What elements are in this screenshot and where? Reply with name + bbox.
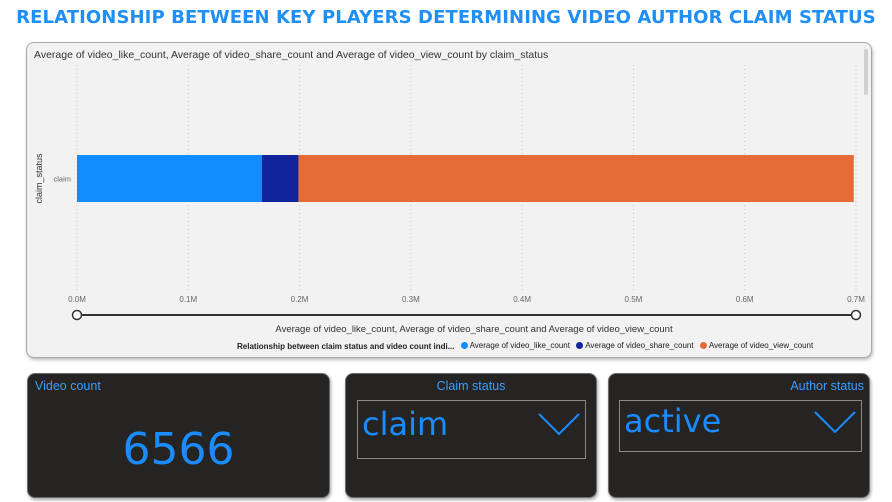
legend-label-like: Average of video_like_count — [469, 341, 570, 350]
legend-label-view: Average of video_view_count — [708, 341, 814, 350]
x-tick-label: 0.6M — [736, 295, 754, 304]
legend-title: Relationship between claim status and vi… — [237, 342, 455, 351]
legend-label-share: Average of video_share_count — [585, 341, 694, 350]
legend-item-like[interactable]: Average of video_like_count — [460, 341, 570, 350]
x-tick-label: 0.1M — [179, 295, 197, 304]
chart-plot-area: 0.0M 0.1M 0.2M 0.3M 0.4M 0.5M 0.6M 0.7M claim_st… — [34, 65, 865, 321]
bar-segment-share — [261, 155, 299, 202]
range-slider-handle-start[interactable] — [71, 309, 83, 321]
y-category-label: claim — [53, 175, 71, 184]
video-count-label: Video count — [35, 379, 101, 393]
claim-status-label: Claim status — [436, 379, 506, 393]
range-slider-handle-end[interactable] — [850, 309, 862, 321]
x-tick-label: 0.0M — [68, 295, 86, 304]
x-tick-label: 0.5M — [625, 295, 643, 304]
stacked-bar-chart-visual[interactable]: Average of video_like_count, Average of … — [26, 42, 872, 358]
chart-legend: Relationship between claim status and vi… — [237, 341, 817, 351]
legend-dot-view — [699, 342, 707, 349]
y-axis-title: claim_status — [34, 153, 44, 204]
chevron-down-icon[interactable] — [537, 411, 581, 437]
legend-item-share[interactable]: Average of video_share_count — [576, 341, 694, 350]
x-tick-label: 0.3M — [402, 295, 420, 304]
video-count-card: Video count 6566 — [27, 373, 330, 498]
bar-segment-like — [77, 155, 262, 202]
chevron-down-icon[interactable] — [813, 409, 857, 435]
bar-segment-view — [298, 155, 854, 202]
report-page: RELATIONSHIP BETWEEN KEY PLAYERS DETERMI… — [0, 0, 892, 502]
x-tick-label: 0.2M — [291, 295, 309, 304]
x-axis-title: Average of video_like_count, Average of … — [275, 324, 673, 335]
page-title: RELATIONSHIP BETWEEN KEY PLAYERS DETERMI… — [16, 7, 876, 28]
legend-dot-like — [460, 342, 468, 349]
author-status-label: Author status — [790, 379, 864, 393]
author-status-selected: active — [624, 402, 722, 440]
x-tick-label: 0.4M — [513, 295, 531, 304]
claim-status-dropdown[interactable]: claim — [357, 400, 586, 459]
claim-status-selected: claim — [362, 405, 449, 443]
author-status-dropdown[interactable]: active — [619, 400, 862, 452]
legend-dot-share — [576, 342, 584, 349]
video-count-value: 6566 — [122, 424, 235, 475]
legend-item-view[interactable]: Average of video_view_count — [699, 341, 814, 350]
claim-status-slicer: Claim status claim — [345, 373, 597, 498]
author-status-slicer: Author status active — [608, 373, 870, 498]
x-tick-label: 0.7M — [847, 295, 865, 304]
